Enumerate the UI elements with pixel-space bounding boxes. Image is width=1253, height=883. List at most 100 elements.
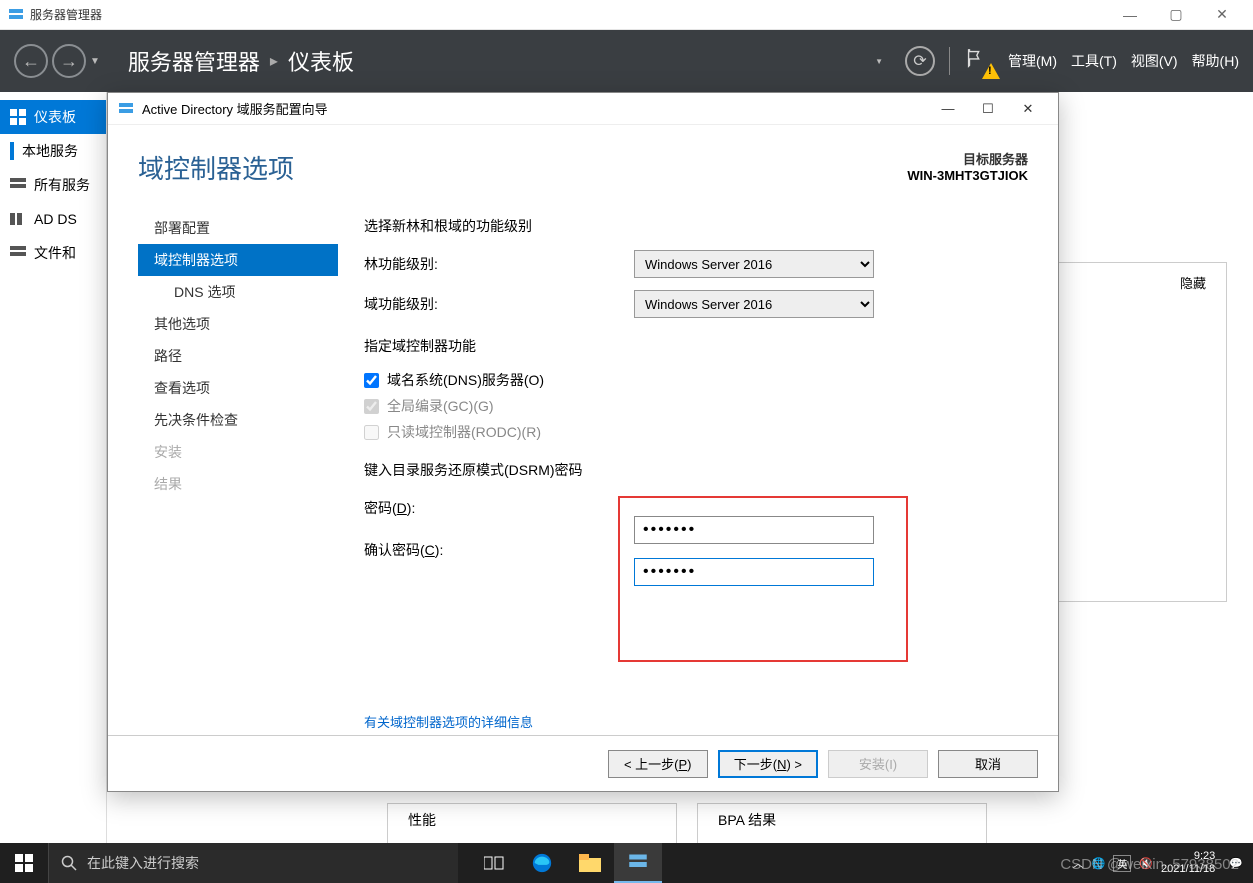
nav-label-adds: AD DS <box>34 211 77 227</box>
refresh-button[interactable]: ⟳ <box>905 46 935 76</box>
gc-checkbox-row: 全局编录(GC)(G) <box>364 396 1018 416</box>
server-manager-icon <box>8 7 24 23</box>
target-label: 目标服务器 <box>907 149 1028 168</box>
wizard-title: Active Directory 域服务配置向导 <box>142 99 928 118</box>
left-navigation: 仪表板 本地服务 所有服务 AD DS 文件和 <box>0 92 107 843</box>
gc-checkbox-label: 全局编录(GC)(G) <box>387 396 494 416</box>
confirm-password-label: 确认密码(C): <box>364 540 443 560</box>
prev-button[interactable]: < 上一步(P) <box>608 750 708 778</box>
warning-badge-icon <box>982 63 1000 79</box>
breadcrumb-page[interactable]: 仪表板 <box>288 45 354 77</box>
password-highlight-box <box>618 496 908 662</box>
server-manager-task-button[interactable] <box>614 843 662 883</box>
system-tray: ︿ 🌐 英 🔇 9:23 2021/11/18 💬 <box>1063 850 1253 876</box>
menu-manage[interactable]: 管理(M) <box>1008 51 1057 71</box>
adds-icon <box>10 211 26 227</box>
password-input[interactable] <box>634 516 874 544</box>
hide-link[interactable]: 隐藏 <box>1180 273 1206 292</box>
nav-back-button[interactable]: ← <box>14 44 48 78</box>
nav-item-dashboard[interactable]: 仪表板 <box>0 100 106 134</box>
edge-icon <box>531 852 553 874</box>
notifications-flag-icon[interactable] <box>964 47 994 75</box>
wizard-header: 域控制器选项 目标服务器 WIN-3MHT3GTJIOK <box>108 125 1058 196</box>
domain-level-label: 域功能级别: <box>364 294 634 314</box>
step-prereq[interactable]: 先决条件检查 <box>138 404 338 436</box>
target-name: WIN-3MHT3GTJIOK <box>907 168 1028 183</box>
tray-chevron-icon[interactable]: ︿ <box>1073 855 1084 871</box>
network-icon[interactable]: 🌐 <box>1092 857 1106 870</box>
wizard-close-button[interactable]: ✕ <box>1008 95 1048 123</box>
dsrm-section: 键入目录服务还原模式(DSRM)密码 <box>364 460 1018 480</box>
step-other-options[interactable]: 其他选项 <box>138 308 338 340</box>
confirm-password-input[interactable] <box>634 558 874 586</box>
nav-item-all-servers[interactable]: 所有服务 <box>0 168 106 202</box>
server-icon <box>10 142 14 160</box>
rodc-checkbox <box>364 425 379 440</box>
target-server-info: 目标服务器 WIN-3MHT3GTJIOK <box>907 149 1028 186</box>
breadcrumb-app[interactable]: 服务器管理器 <box>128 45 260 77</box>
servers-icon <box>10 177 26 193</box>
explorer-button[interactable] <box>566 843 614 883</box>
rodc-checkbox-row: 只读域控制器(RODC)(R) <box>364 422 1018 442</box>
clock-date: 2021/11/18 <box>1161 863 1215 876</box>
step-dc-options[interactable]: 域控制器选项 <box>138 244 338 276</box>
nav-label-local: 本地服务 <box>22 141 78 161</box>
step-review[interactable]: 查看选项 <box>138 372 338 404</box>
menu-help[interactable]: 帮助(H) <box>1192 51 1239 71</box>
dns-checkbox-label: 域名系统(DNS)服务器(O) <box>387 370 544 390</box>
dashboard-icon <box>10 109 26 125</box>
cancel-button[interactable]: 取消 <box>938 750 1038 778</box>
wizard-content: 选择新林和根域的功能级别 林功能级别: Windows Server 2016 … <box>338 206 1028 735</box>
app-toolbar: ← → ▼ 服务器管理器 ▸ 仪表板 ▼ ⟳ 管理(M) 工具(T) 视图(V)… <box>0 30 1253 92</box>
view-dropdown-icon[interactable]: ▼ <box>875 57 883 66</box>
dns-checkbox[interactable] <box>364 373 379 388</box>
outer-minimize-button[interactable]: — <box>1107 0 1153 30</box>
forest-level-label: 林功能级别: <box>364 254 634 274</box>
bpa-label: BPA 结果 <box>718 812 776 828</box>
server-manager-task-icon <box>628 852 648 872</box>
wizard-icon <box>118 101 134 117</box>
sound-icon[interactable]: 🔇 <box>1139 857 1153 870</box>
wizard-body: 部署配置 域控制器选项 DNS 选项 其他选项 路径 查看选项 先决条件检查 安… <box>108 196 1058 735</box>
nav-item-adds[interactable]: AD DS <box>0 202 106 236</box>
step-dns-options[interactable]: DNS 选项 <box>138 276 338 308</box>
performance-panel: 性能 <box>387 803 677 843</box>
step-install: 安装 <box>138 436 338 468</box>
step-paths[interactable]: 路径 <box>138 340 338 372</box>
wizard-titlebar: Active Directory 域服务配置向导 — ☐ ✕ <box>108 93 1058 125</box>
ime-icon[interactable]: 英 <box>1113 855 1131 872</box>
bpa-panel: BPA 结果 <box>697 803 987 843</box>
outer-window-titlebar: 服务器管理器 — ▢ ✕ <box>0 0 1253 30</box>
wizard-minimize-button[interactable]: — <box>928 95 968 123</box>
next-button[interactable]: 下一步(N) > <box>718 750 818 778</box>
functional-level-section: 选择新林和根域的功能级别 <box>364 216 1018 236</box>
taskbar-clock[interactable]: 9:23 2021/11/18 <box>1161 850 1215 876</box>
outer-close-button[interactable]: ✕ <box>1199 0 1245 30</box>
nav-item-file-services[interactable]: 文件和 <box>0 236 106 270</box>
start-button[interactable] <box>0 843 48 883</box>
forest-level-select[interactable]: Windows Server 2016 <box>634 250 874 278</box>
nav-item-local-server[interactable]: 本地服务 <box>0 134 106 168</box>
nav-label-all: 所有服务 <box>34 175 90 195</box>
nav-forward-button[interactable]: → <box>52 44 86 78</box>
nav-history-dropdown[interactable]: ▼ <box>90 56 100 67</box>
wizard-footer: < 上一步(P) 下一步(N) > 安装(I) 取消 <box>108 735 1058 791</box>
wizard-step-nav: 部署配置 域控制器选项 DNS 选项 其他选项 路径 查看选项 先决条件检查 安… <box>138 206 338 735</box>
taskbar-search[interactable]: 在此键入进行搜索 <box>48 843 458 883</box>
search-icon <box>61 855 77 871</box>
menu-view[interactable]: 视图(V) <box>1131 51 1178 71</box>
dns-checkbox-row[interactable]: 域名系统(DNS)服务器(O) <box>364 370 1018 390</box>
wizard-maximize-button[interactable]: ☐ <box>968 95 1008 123</box>
domain-level-select[interactable]: Windows Server 2016 <box>634 290 874 318</box>
windows-icon <box>15 854 33 872</box>
outer-maximize-button[interactable]: ▢ <box>1153 0 1199 30</box>
edge-button[interactable] <box>518 843 566 883</box>
task-view-button[interactable] <box>470 843 518 883</box>
nav-label-file: 文件和 <box>34 243 76 263</box>
file-icon <box>10 245 26 261</box>
search-placeholder: 在此键入进行搜索 <box>87 853 199 873</box>
step-deploy-config[interactable]: 部署配置 <box>138 212 338 244</box>
notification-center-icon[interactable]: 💬 <box>1229 857 1243 870</box>
more-info-link[interactable]: 有关域控制器选项的详细信息 <box>364 712 533 731</box>
menu-tools[interactable]: 工具(T) <box>1071 51 1117 71</box>
